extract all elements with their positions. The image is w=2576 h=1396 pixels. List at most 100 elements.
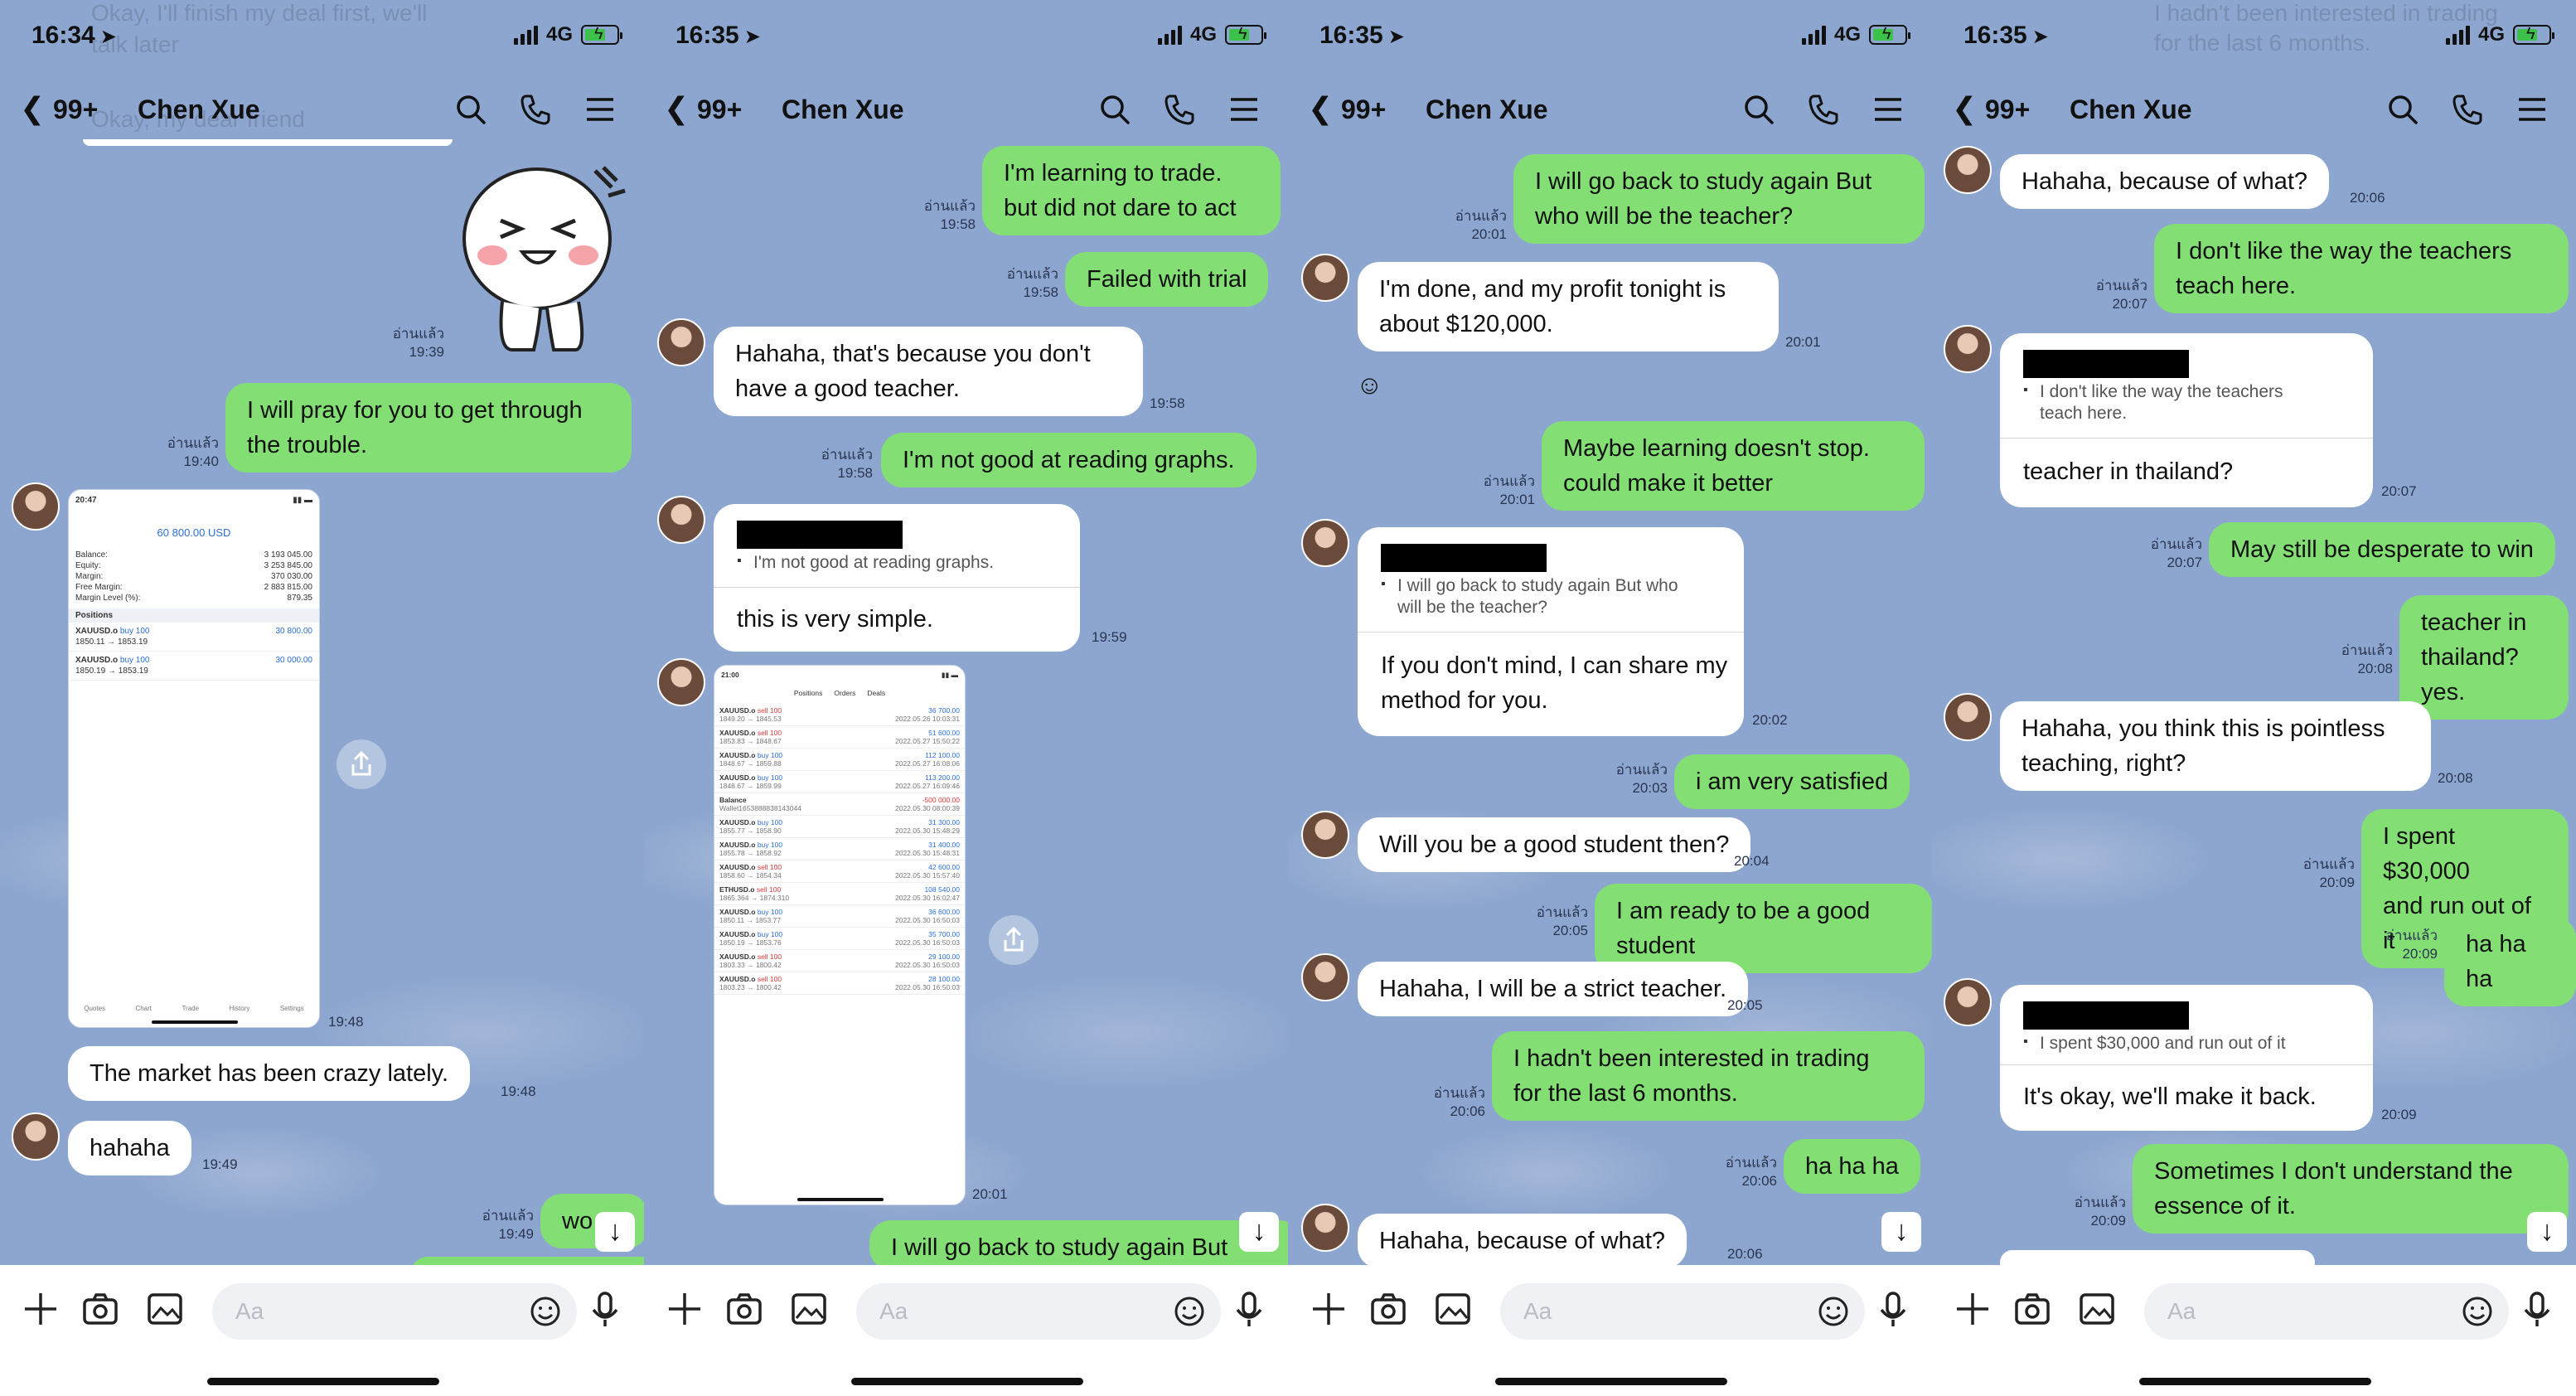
share-icon[interactable] xyxy=(337,739,386,789)
outgoing-message[interactable]: I'm learning to trade. but did not dare … xyxy=(982,146,1281,235)
contact-avatar[interactable] xyxy=(1301,254,1349,302)
contact-name[interactable]: Chen Xue xyxy=(1426,95,1548,125)
contact-avatar[interactable] xyxy=(657,496,705,544)
reply-message[interactable]: I'm not good at reading graphs. this is … xyxy=(714,504,1080,652)
image-icon[interactable] xyxy=(146,1290,184,1328)
incoming-message[interactable]: Hahaha, that's because you don't have a … xyxy=(714,327,1143,416)
outgoing-message[interactable]: May still be desperate to win xyxy=(2209,522,2555,577)
outgoing-message[interactable]: I am ready to be a good student xyxy=(1595,884,1932,973)
outgoing-message[interactable]: Failed with trial xyxy=(1065,252,1269,307)
contact-avatar[interactable] xyxy=(1944,978,1992,1026)
back-chevron-icon[interactable]: ❮ xyxy=(1952,91,1977,126)
outgoing-message[interactable]: Sometimes I don't understand the essence… xyxy=(2133,1144,2569,1234)
back-chevron-icon[interactable]: ❮ xyxy=(664,91,689,126)
outgoing-message[interactable]: ha ha ha xyxy=(1784,1139,1920,1194)
phone-icon[interactable] xyxy=(2449,91,2486,128)
emoji-icon[interactable] xyxy=(1817,1295,1850,1328)
scroll-down-icon[interactable]: ↓ xyxy=(1881,1212,1921,1252)
scroll-down-icon[interactable]: ↓ xyxy=(595,1212,635,1252)
contact-avatar[interactable] xyxy=(1301,811,1349,859)
search-icon[interactable] xyxy=(1097,91,1133,128)
contact-avatar[interactable] xyxy=(1301,1204,1349,1252)
incoming-message[interactable]: Hahaha, because of what? xyxy=(2000,154,2330,209)
contact-name[interactable]: Chen Xue xyxy=(138,95,260,125)
camera-icon[interactable] xyxy=(2013,1290,2051,1328)
mic-icon[interactable] xyxy=(1232,1290,1266,1330)
image-icon[interactable] xyxy=(1434,1290,1472,1328)
incoming-message[interactable]: Hahaha, you think this is pointless teac… xyxy=(2000,701,2431,791)
reaction-emoji-icon[interactable]: ☺ xyxy=(1356,370,1383,400)
outgoing-message[interactable]: Maybe learning doesn't stop. could make … xyxy=(1542,421,1925,511)
outgoing-message[interactable]: I'm not good at reading graphs. xyxy=(881,433,1257,487)
image-icon[interactable] xyxy=(790,1290,828,1328)
unread-count[interactable]: 99+ xyxy=(1341,95,1386,125)
outgoing-message[interactable]: I hadn't been interested in trading for … xyxy=(1492,1031,1925,1121)
plus-icon[interactable] xyxy=(22,1290,60,1328)
incoming-message[interactable]: The market has been crazy lately. xyxy=(68,1046,471,1101)
mic-icon[interactable] xyxy=(588,1290,622,1330)
mic-icon[interactable] xyxy=(2520,1290,2554,1330)
search-icon[interactable] xyxy=(1741,91,1777,128)
reply-message[interactable]: I don't like the way the teachers teach … xyxy=(2000,333,2373,507)
contact-avatar[interactable] xyxy=(657,318,705,366)
contact-name[interactable]: Chen Xue xyxy=(782,95,904,125)
reply-message[interactable]: I will go back to study again But who wi… xyxy=(1358,527,1744,736)
emoji-icon[interactable] xyxy=(1173,1295,1206,1328)
back-chevron-icon[interactable]: ❮ xyxy=(1308,91,1333,126)
plus-icon[interactable] xyxy=(1310,1290,1348,1328)
message-input[interactable]: Aa xyxy=(1500,1283,1865,1340)
trade-screenshot-image[interactable]: 20:47 ▮▮ ▬ 60 800.00 USD Balance: 3 193 04… xyxy=(68,489,320,1028)
contact-avatar[interactable] xyxy=(12,1112,60,1161)
emoji-icon[interactable] xyxy=(2461,1295,2494,1328)
scroll-down-icon[interactable]: ↓ xyxy=(2527,1212,2567,1252)
menu-icon[interactable] xyxy=(2514,91,2550,128)
mic-icon[interactable] xyxy=(1876,1290,1910,1330)
message-input[interactable]: Aa xyxy=(212,1283,577,1340)
outgoing-message[interactable]: ha ha ha xyxy=(2444,917,2576,1006)
outgoing-message[interactable]: I will go back to study again But who wi… xyxy=(1513,154,1925,244)
contact-avatar[interactable] xyxy=(1301,953,1349,1001)
unread-count[interactable]: 99+ xyxy=(697,95,742,125)
message-input[interactable]: Aa xyxy=(856,1283,1221,1340)
menu-icon[interactable] xyxy=(1226,91,1262,128)
contact-avatar[interactable] xyxy=(1301,519,1349,567)
incoming-message[interactable]: Hahaha, I will be a strict teacher. xyxy=(1358,962,1749,1016)
contact-avatar[interactable] xyxy=(1944,693,1992,741)
camera-icon[interactable] xyxy=(1369,1290,1407,1328)
scroll-down-icon[interactable]: ↓ xyxy=(1239,1212,1279,1252)
back-chevron-icon[interactable]: ❮ xyxy=(20,91,45,126)
incoming-message[interactable]: I'm done, and my profit tonight is about… xyxy=(1358,262,1779,351)
outgoing-message[interactable]: teacher in thailand? yes. xyxy=(2399,595,2569,720)
menu-icon[interactable] xyxy=(582,91,618,128)
phone-icon[interactable] xyxy=(1161,91,1198,128)
unread-count[interactable]: 99+ xyxy=(1985,95,2030,125)
plus-icon[interactable] xyxy=(666,1290,704,1328)
reply-message[interactable]: I spent $30,000 and run out of it It's o… xyxy=(2000,985,2373,1131)
phone-icon[interactable] xyxy=(517,91,554,128)
incoming-message[interactable]: hahaha xyxy=(68,1121,191,1175)
image-icon[interactable] xyxy=(2078,1290,2116,1328)
contact-avatar[interactable] xyxy=(1944,325,1992,373)
deal-history-image[interactable]: 21:00 ▮▮ ▬ Positions Orders Deals XAUUSD.o … xyxy=(714,665,966,1205)
contact-avatar[interactable] xyxy=(1944,146,1992,194)
unread-count[interactable]: 99+ xyxy=(53,95,98,125)
contact-avatar[interactable] xyxy=(657,658,705,706)
camera-icon[interactable] xyxy=(81,1290,119,1328)
message-input[interactable]: Aa xyxy=(2144,1283,2509,1340)
phone-icon[interactable] xyxy=(1805,91,1842,128)
search-icon[interactable] xyxy=(453,91,489,128)
contact-name[interactable]: Chen Xue xyxy=(2070,95,2192,125)
plus-icon[interactable] xyxy=(1954,1290,1992,1328)
outgoing-message[interactable]: I will go back to study again But xyxy=(869,1220,1288,1270)
outgoing-message[interactable]: I will pray for you to get through the t… xyxy=(225,383,632,473)
incoming-message[interactable]: Will you be a good student then? xyxy=(1358,817,1751,872)
menu-icon[interactable] xyxy=(1870,91,1906,128)
outgoing-message[interactable]: I don't like the way the teachers teach … xyxy=(2154,224,2569,313)
search-icon[interactable] xyxy=(2385,91,2421,128)
contact-avatar[interactable] xyxy=(12,482,60,531)
outgoing-message[interactable]: i am very satisfied xyxy=(1674,754,1910,809)
camera-icon[interactable] xyxy=(725,1290,763,1328)
sticker-image[interactable] xyxy=(454,162,633,366)
share-icon[interactable] xyxy=(989,915,1039,965)
incoming-message[interactable]: Hahaha, because of what? xyxy=(1358,1214,1687,1268)
